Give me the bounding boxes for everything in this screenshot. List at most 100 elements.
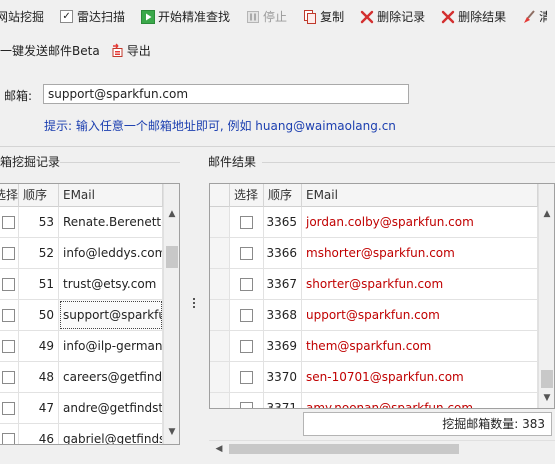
radar-scan-checkbox[interactable]: ✓ — [60, 10, 74, 23]
copy-label: 复制 — [320, 10, 345, 24]
row-email: careers@getfindst — [59, 362, 163, 392]
row-email: shorter@sparkfun.com — [302, 269, 538, 299]
site-mining-tab[interactable]: 网站挖掘 — [0, 6, 48, 28]
column-header-order[interactable]: 顺序 — [264, 184, 302, 207]
email-input[interactable] — [43, 84, 409, 104]
table-row[interactable]: 3368 upport@sparkfun.com — [210, 300, 538, 331]
row-checkbox[interactable] — [2, 215, 15, 229]
row-select[interactable] — [0, 362, 19, 392]
row-select[interactable] — [0, 424, 19, 444]
table-row[interactable]: 3365 jordan.colby@sparkfun.com — [210, 207, 538, 238]
row-checkbox[interactable] — [240, 370, 253, 384]
left-vertical-scrollbar[interactable]: ▲ ▼ — [163, 184, 179, 444]
row-select[interactable] — [0, 269, 19, 299]
right-vertical-scrollbar[interactable]: ▲ ▼ — [538, 184, 554, 408]
row-select[interactable] — [0, 393, 19, 423]
row-email: trust@etsy.com — [59, 269, 163, 299]
clear-label: 清 — [539, 10, 547, 24]
export-label: 导出 — [126, 43, 151, 58]
delete-results-button[interactable]: 删除结果 — [437, 6, 510, 28]
scroll-thumb[interactable] — [541, 370, 553, 388]
row-order: 3370 — [264, 362, 302, 392]
table-row[interactable]: 3371 amy.noonan@sparkfun.com — [210, 393, 538, 408]
table-row[interactable]: 3370 sen-10701@sparkfun.com — [210, 362, 538, 393]
column-header-select[interactable]: 选择 — [0, 184, 19, 207]
row-order: 51 — [19, 269, 59, 299]
column-header-email[interactable]: EMail — [59, 184, 163, 207]
scroll-left-arrow-icon[interactable]: ◀ — [211, 441, 227, 457]
left-records-grid[interactable]: 选择 顺序 EMail 53 Renate.Berenett@ 52 info@… — [0, 183, 180, 445]
start-search-label: 开始精准查找 — [158, 10, 231, 24]
left-grid-rows: 53 Renate.Berenett@ 52 info@leddys.com 5… — [0, 207, 163, 444]
table-row[interactable]: 3366 mshorter@sparkfun.com — [210, 238, 538, 269]
scroll-down-arrow-icon[interactable]: ▼ — [539, 390, 554, 406]
row-select[interactable] — [230, 238, 264, 268]
row-checkbox[interactable] — [240, 215, 253, 229]
table-row[interactable]: 46 gabriel@getfindste — [0, 424, 163, 444]
table-row[interactable]: 3369 them@sparkfun.com — [210, 331, 538, 362]
row-select[interactable] — [230, 393, 264, 408]
row-checkbox[interactable] — [240, 308, 253, 322]
row-checkbox[interactable] — [2, 277, 15, 291]
row-select[interactable] — [0, 331, 19, 361]
table-row[interactable]: 47 andre@getfindste — [0, 393, 163, 424]
scroll-down-arrow-icon[interactable]: ▼ — [164, 424, 179, 440]
table-row[interactable]: 49 info@ilp-germany.d — [0, 331, 163, 362]
scroll-thumb[interactable] — [229, 444, 459, 454]
row-order: 53 — [19, 207, 59, 237]
right-horizontal-scrollbar[interactable]: ◀ — [209, 440, 555, 457]
row-select[interactable] — [0, 207, 19, 237]
column-header-email[interactable]: EMail — [302, 184, 538, 207]
copy-button[interactable]: 复制 — [299, 6, 348, 28]
row-email: upport@sparkfun.com — [302, 300, 538, 330]
row-checkbox[interactable] — [2, 401, 15, 415]
row-header — [210, 300, 230, 330]
row-checkbox[interactable] — [240, 401, 253, 408]
row-select[interactable] — [230, 300, 264, 330]
row-order: 3369 — [264, 331, 302, 361]
stop-label: 停止 — [263, 10, 288, 24]
row-select[interactable] — [230, 331, 264, 361]
table-row[interactable]: 53 Renate.Berenett@ — [0, 207, 163, 238]
export-button[interactable]: 导出 — [106, 39, 155, 61]
row-email-selected[interactable]: support@sparkfun — [59, 300, 163, 330]
row-select[interactable] — [0, 238, 19, 268]
row-checkbox[interactable] — [240, 246, 253, 260]
right-grid-rows: 3365 jordan.colby@sparkfun.com 3366 msho… — [210, 207, 538, 408]
column-header-order[interactable]: 顺序 — [19, 184, 59, 207]
email-count: 挖掘邮箱数量: 383 — [303, 412, 552, 436]
table-row[interactable]: 51 trust@etsy.com — [0, 269, 163, 300]
scroll-thumb[interactable] — [166, 246, 178, 268]
row-checkbox[interactable] — [2, 308, 15, 322]
right-results-grid[interactable]: 选择 顺序 EMail 3365 jordan.colby@sparkfun.c… — [209, 183, 555, 409]
row-select[interactable] — [230, 362, 264, 392]
start-search-button[interactable]: 开始精准查找 — [137, 6, 234, 28]
row-checkbox[interactable] — [2, 370, 15, 384]
row-checkbox[interactable] — [2, 339, 15, 353]
row-email: them@sparkfun.com — [302, 331, 538, 361]
row-checkbox[interactable] — [240, 277, 253, 291]
row-select[interactable] — [230, 269, 264, 299]
row-order: 49 — [19, 331, 59, 361]
radar-scan-toggle[interactable]: ✓ 雷达扫描 — [56, 6, 129, 28]
row-select[interactable] — [230, 207, 264, 237]
send-email-button[interactable]: 一键发送邮件Beta — [0, 39, 104, 61]
delete-records-button[interactable]: 删除记录 — [356, 6, 429, 28]
table-row[interactable]: 3367 shorter@sparkfun.com — [210, 269, 538, 300]
row-checkbox[interactable] — [2, 246, 15, 260]
table-row[interactable]: 50 support@sparkfun — [0, 300, 163, 331]
row-order: 3367 — [264, 269, 302, 299]
column-header-select[interactable]: 选择 — [230, 184, 264, 207]
table-row[interactable]: 52 info@leddys.com — [0, 238, 163, 269]
section-divider — [0, 146, 555, 147]
row-checkbox[interactable] — [2, 432, 15, 444]
splitter-handle[interactable] — [193, 298, 197, 308]
scroll-up-arrow-icon[interactable]: ▲ — [164, 206, 179, 222]
stop-button[interactable]: 停止 — [242, 6, 291, 28]
table-row[interactable]: 48 careers@getfindst — [0, 362, 163, 393]
row-select[interactable] — [0, 300, 19, 330]
row-checkbox[interactable] — [240, 339, 253, 353]
scroll-up-arrow-icon[interactable]: ▲ — [539, 206, 554, 222]
row-header — [210, 238, 230, 268]
clear-button[interactable]: 清 — [518, 6, 547, 28]
